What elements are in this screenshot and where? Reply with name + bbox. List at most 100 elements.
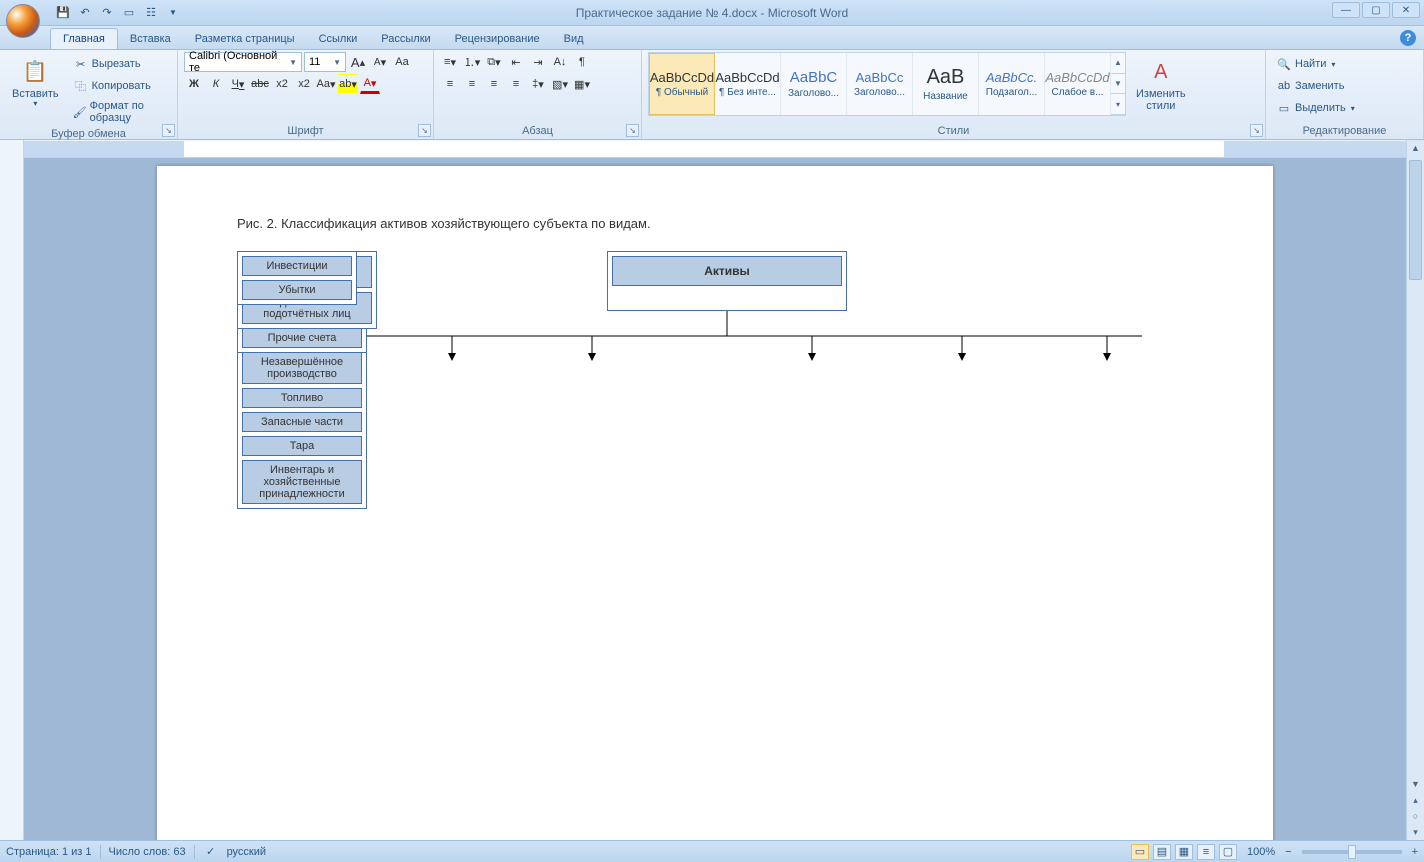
superscript-button[interactable]: x2 bbox=[294, 74, 314, 94]
style-heading2[interactable]: AaBbCcЗаголово... bbox=[847, 53, 913, 115]
vertical-ruler[interactable] bbox=[0, 140, 24, 840]
font-color-button[interactable]: A▾ bbox=[360, 74, 380, 94]
sort-button[interactable]: A↓ bbox=[550, 52, 570, 72]
print-layout-view-button[interactable]: ▭ bbox=[1131, 844, 1149, 860]
next-page-button[interactable]: ▾ bbox=[1407, 824, 1424, 840]
horizontal-ruler[interactable] bbox=[24, 140, 1406, 158]
increase-indent-button[interactable]: ⇥ bbox=[528, 52, 548, 72]
redo-button[interactable]: ↷ bbox=[98, 4, 116, 22]
restore-button[interactable]: ▢ bbox=[1362, 2, 1390, 18]
tab-insert[interactable]: Вставка bbox=[118, 29, 183, 49]
strikethrough-button[interactable]: abc bbox=[250, 74, 270, 94]
status-word-count[interactable]: Число слов: 63 bbox=[109, 846, 186, 858]
numbering-button[interactable]: ⒈▾ bbox=[462, 52, 482, 72]
align-right-button[interactable]: ≡ bbox=[484, 74, 504, 94]
paragraph-dialog-launcher[interactable]: ↘ bbox=[626, 124, 639, 137]
prev-page-button[interactable]: ▴ bbox=[1407, 792, 1424, 808]
bold-button[interactable]: Ж bbox=[184, 74, 204, 94]
tab-home[interactable]: Главная bbox=[50, 28, 118, 49]
copy-button[interactable]: ⿻Копировать bbox=[69, 76, 171, 96]
page[interactable]: Рис. 2. Классификация активов хозяйствую… bbox=[157, 166, 1273, 840]
close-button[interactable]: ✕ bbox=[1392, 2, 1420, 18]
scroll-down-button[interactable]: ▼ bbox=[1407, 776, 1424, 792]
zoom-level[interactable]: 100% bbox=[1247, 846, 1275, 858]
align-left-button[interactable]: ≡ bbox=[440, 74, 460, 94]
zoom-out-button[interactable]: − bbox=[1285, 846, 1291, 858]
styles-dialog-launcher[interactable]: ↘ bbox=[1250, 124, 1263, 137]
decrease-indent-button[interactable]: ⇤ bbox=[506, 52, 526, 72]
gallery-down-button[interactable]: ▼ bbox=[1111, 74, 1125, 95]
align-center-button[interactable]: ≡ bbox=[462, 74, 482, 94]
tab-references[interactable]: Ссылки bbox=[307, 29, 370, 49]
scroll-thumb[interactable] bbox=[1409, 160, 1422, 280]
tab-review[interactable]: Рецензирование bbox=[443, 29, 552, 49]
style-title[interactable]: AaBНазвание bbox=[913, 53, 979, 115]
cut-button[interactable]: ✂Вырезать bbox=[69, 54, 171, 74]
change-styles-button[interactable]: A Изменить стили bbox=[1130, 52, 1192, 116]
font-size-combo[interactable]: 11▼ bbox=[304, 52, 346, 72]
draft-view-button[interactable]: ▢ bbox=[1219, 844, 1237, 860]
outline-view-button[interactable]: ≡ bbox=[1197, 844, 1215, 860]
help-button[interactable]: ? bbox=[1400, 30, 1416, 46]
zoom-in-button[interactable]: + bbox=[1412, 846, 1418, 858]
new-button[interactable]: ▭ bbox=[120, 4, 138, 22]
justify-button[interactable]: ≡ bbox=[506, 74, 526, 94]
chevron-down-icon: ▼ bbox=[289, 58, 297, 67]
vertical-scrollbar[interactable]: ▲ ▼ ▴ ○ ▾ bbox=[1406, 140, 1424, 840]
underline-button[interactable]: Ч▾ bbox=[228, 74, 248, 94]
tab-mailings[interactable]: Рассылки bbox=[369, 29, 442, 49]
statusbar: Страница: 1 из 1 Число слов: 63 ✓ русски… bbox=[0, 840, 1424, 862]
zoom-thumb[interactable] bbox=[1348, 845, 1356, 859]
undo-button[interactable]: ↶ bbox=[76, 4, 94, 22]
gallery-up-button[interactable]: ▲ bbox=[1111, 53, 1125, 74]
font-name-combo[interactable]: Calibri (Основной те▼ bbox=[184, 52, 302, 72]
tab-page-layout[interactable]: Разметка страницы bbox=[183, 29, 307, 49]
web-layout-view-button[interactable]: ▦ bbox=[1175, 844, 1193, 860]
style-heading1[interactable]: AaBbCЗаголово... bbox=[781, 53, 847, 115]
italic-button[interactable]: К bbox=[206, 74, 226, 94]
multilevel-button[interactable]: ⧉▾ bbox=[484, 52, 504, 72]
clipboard-dialog-launcher[interactable]: ↘ bbox=[162, 124, 175, 137]
status-language[interactable]: русский bbox=[227, 846, 266, 858]
grow-font-button[interactable]: A▴ bbox=[348, 52, 368, 72]
highlight-button[interactable]: ab▾ bbox=[338, 74, 358, 94]
line-spacing-button[interactable]: ‡▾ bbox=[528, 74, 548, 94]
full-screen-view-button[interactable]: ▤ bbox=[1153, 844, 1171, 860]
zoom-slider[interactable] bbox=[1302, 850, 1402, 854]
gallery-more-button[interactable]: ▾ bbox=[1111, 94, 1125, 115]
scroll-up-button[interactable]: ▲ bbox=[1407, 140, 1424, 156]
style-subtle[interactable]: AaBbCcDdСлабое в... bbox=[1045, 53, 1111, 115]
show-marks-button[interactable]: ¶ bbox=[572, 52, 592, 72]
spellcheck-icon[interactable]: ✓ bbox=[203, 844, 219, 860]
format-painter-button[interactable]: 🖌Формат по образцу bbox=[69, 98, 171, 126]
borders-button[interactable]: ▦▾ bbox=[572, 74, 592, 94]
paste-button[interactable]: 📋 Вставить ▾ bbox=[6, 52, 65, 113]
office-button[interactable] bbox=[6, 4, 40, 38]
bullets-button[interactable]: ≡▾ bbox=[440, 52, 460, 72]
tab-view[interactable]: Вид bbox=[552, 29, 596, 49]
find-button[interactable]: 🔍Найти▾ bbox=[1272, 54, 1339, 74]
preview-button[interactable]: ☷ bbox=[142, 4, 160, 22]
subscript-button[interactable]: x2 bbox=[272, 74, 292, 94]
group-paragraph-label: Абзац bbox=[440, 123, 635, 139]
qat-dropdown[interactable]: ▼ bbox=[164, 4, 182, 22]
group-clipboard: 📋 Вставить ▾ ✂Вырезать ⿻Копировать 🖌Форм… bbox=[0, 50, 178, 139]
clear-formatting-button[interactable]: Aa bbox=[392, 52, 412, 72]
font-dialog-launcher[interactable]: ↘ bbox=[418, 124, 431, 137]
document-area[interactable]: Рис. 2. Классификация активов хозяйствую… bbox=[24, 158, 1406, 840]
status-page[interactable]: Страница: 1 из 1 bbox=[6, 846, 92, 858]
select-icon: ▭ bbox=[1276, 100, 1292, 116]
select-button[interactable]: ▭Выделить▾ bbox=[1272, 98, 1359, 118]
style-subtitle[interactable]: AaBbCc.Подзагол... bbox=[979, 53, 1045, 115]
group-font-label: Шрифт bbox=[184, 123, 427, 139]
style-normal[interactable]: AaBbCcDd¶ Обычный bbox=[649, 53, 715, 115]
replace-button[interactable]: abЗаменить bbox=[1272, 76, 1348, 96]
save-button[interactable]: 💾 bbox=[54, 4, 72, 22]
change-case-button[interactable]: Aa▾ bbox=[316, 74, 336, 94]
shading-button[interactable]: ▧▾ bbox=[550, 74, 570, 94]
minimize-button[interactable]: — bbox=[1332, 2, 1360, 18]
shrink-font-button[interactable]: A▾ bbox=[370, 52, 390, 72]
browse-object-button[interactable]: ○ bbox=[1407, 808, 1424, 824]
titlebar: 💾 ↶ ↷ ▭ ☷ ▼ Практическое задание № 4.doc… bbox=[0, 0, 1424, 26]
style-no-spacing[interactable]: AaBbCcDd¶ Без инте... bbox=[715, 53, 781, 115]
